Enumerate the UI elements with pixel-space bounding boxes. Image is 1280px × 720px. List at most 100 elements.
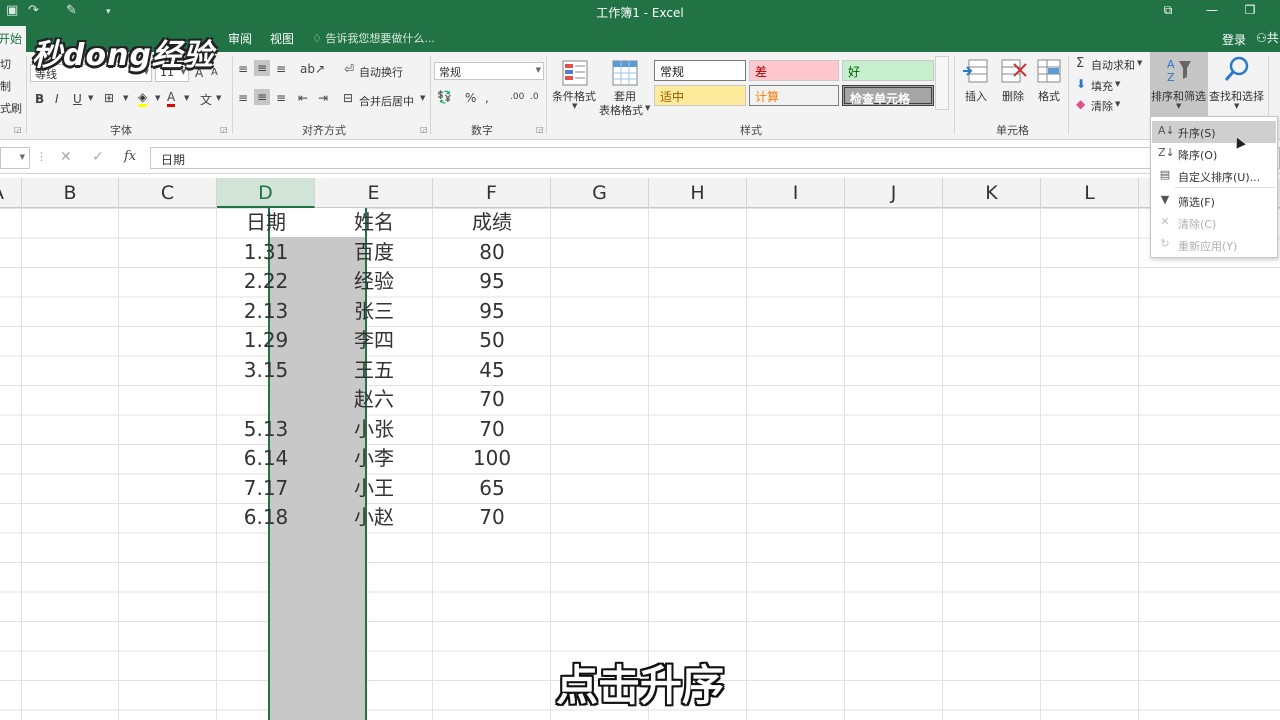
eraser-icon[interactable]: ◆ bbox=[1076, 97, 1085, 111]
wrap-text-button[interactable]: 自动换行 bbox=[359, 64, 403, 80]
orientation-icon[interactable]: ab↗ bbox=[300, 62, 325, 76]
style-calculation[interactable]: 计算 bbox=[749, 85, 839, 106]
chevron-down-icon[interactable]: ▼ bbox=[1137, 59, 1142, 67]
number-format-combo[interactable]: 常规 ▼ bbox=[434, 62, 544, 80]
style-neutral[interactable]: 适中 bbox=[654, 85, 746, 106]
merge-icon[interactable]: ⊟ bbox=[343, 91, 353, 105]
cell-f5[interactable]: 50 bbox=[433, 326, 551, 355]
cell-d7[interactable] bbox=[217, 385, 315, 414]
cell-e3[interactable]: 经验 bbox=[315, 267, 433, 296]
tab-home[interactable]: 开始 bbox=[0, 26, 27, 52]
column-header-d[interactable]: D bbox=[217, 178, 315, 208]
clipboard-launcher-icon[interactable]: ◲ bbox=[14, 125, 22, 134]
underline-icon[interactable]: U bbox=[73, 92, 82, 106]
cell-f2[interactable]: 80 bbox=[433, 238, 551, 267]
column-header-i[interactable]: I bbox=[747, 178, 845, 208]
chevron-down-icon[interactable]: ▼ bbox=[88, 94, 93, 102]
autosum-icon[interactable]: Σ bbox=[1076, 56, 1084, 71]
cell-e10[interactable]: 小王 bbox=[315, 474, 433, 503]
cancel-icon[interactable]: ✕ bbox=[60, 149, 72, 165]
column-header-k[interactable]: K bbox=[943, 178, 1041, 208]
align-left-icon[interactable]: ≡ bbox=[238, 91, 248, 105]
cell-f1[interactable]: 成绩 bbox=[433, 208, 551, 237]
styles-gallery-scroll[interactable] bbox=[935, 56, 949, 110]
cell-e6[interactable]: 王五 bbox=[315, 356, 433, 385]
cell-e1[interactable]: 姓名 bbox=[315, 208, 433, 237]
cell-d8[interactable]: 5.13 bbox=[217, 415, 315, 444]
cell-f7[interactable]: 70 bbox=[433, 385, 551, 414]
fill-button[interactable]: 填充 bbox=[1091, 78, 1113, 94]
style-check-cell[interactable]: 检查单元格 bbox=[842, 85, 934, 106]
restore-icon[interactable]: ❐ bbox=[1240, 3, 1260, 17]
column-header-g[interactable]: G bbox=[551, 178, 649, 208]
chevron-down-icon[interactable]: ▼ bbox=[184, 94, 189, 102]
cell-e5[interactable]: 李四 bbox=[315, 326, 433, 355]
font-launcher-icon[interactable]: ◲ bbox=[220, 125, 228, 134]
ribbon-display-icon[interactable]: ⧉ bbox=[1158, 3, 1178, 18]
login-link[interactable]: 登录 bbox=[1222, 31, 1246, 48]
formula-input[interactable]: 日期 bbox=[150, 147, 1280, 169]
style-good[interactable]: 好 bbox=[842, 60, 934, 81]
chevron-down-icon[interactable]: ▼ bbox=[1115, 100, 1120, 108]
comma-icon[interactable]: , bbox=[485, 91, 489, 105]
format-cells-icon[interactable] bbox=[1034, 56, 1064, 86]
cell-d6[interactable]: 3.15 bbox=[217, 356, 315, 385]
cell-f8[interactable]: 70 bbox=[433, 415, 551, 444]
column-header-f[interactable]: F bbox=[433, 178, 551, 208]
delete-cells-icon[interactable] bbox=[998, 56, 1028, 86]
column-header-h[interactable]: H bbox=[649, 178, 747, 208]
increase-indent-icon[interactable]: ⇥ bbox=[318, 91, 328, 105]
cell-d5[interactable]: 1.29 bbox=[217, 326, 315, 355]
column-header-a[interactable]: A bbox=[0, 178, 22, 208]
enter-icon[interactable]: ✓ bbox=[92, 149, 104, 165]
cell-d11[interactable]: 6.18 bbox=[217, 503, 315, 532]
column-header-l[interactable]: L bbox=[1041, 178, 1139, 208]
align-center-icon[interactable]: ≡ bbox=[254, 89, 271, 105]
percent-icon[interactable]: % bbox=[465, 91, 476, 105]
fill-color-icon[interactable]: ◈ bbox=[138, 90, 148, 107]
align-bottom-icon[interactable]: ≡ bbox=[276, 62, 286, 76]
insert-button[interactable]: 插入 bbox=[965, 88, 987, 104]
autosum-button[interactable]: 自动求和 bbox=[1091, 57, 1135, 73]
decrease-decimal-icon[interactable]: .0 bbox=[530, 92, 539, 102]
menu-item-custom-sort[interactable]: ▤ 自定义排序(U)... bbox=[1152, 165, 1276, 187]
minimize-icon[interactable]: — bbox=[1202, 3, 1222, 17]
increase-decimal-icon[interactable]: .00 bbox=[510, 92, 524, 102]
format-as-table-icon[interactable] bbox=[610, 58, 640, 88]
accounting-icon[interactable]: 💱 bbox=[437, 90, 452, 104]
name-box[interactable]: ▼ bbox=[0, 147, 30, 169]
format-button[interactable]: 格式 bbox=[1038, 88, 1060, 104]
decrease-indent-icon[interactable]: ⇤ bbox=[298, 91, 308, 105]
chevron-down-icon[interactable]: ▼ bbox=[123, 94, 128, 102]
italic-icon[interactable]: I bbox=[55, 92, 59, 106]
font-color-icon[interactable]: A bbox=[167, 90, 176, 107]
cell-e2[interactable]: 百度 bbox=[315, 238, 433, 267]
alignment-launcher-icon[interactable]: ◲ bbox=[420, 125, 428, 134]
cell-f11[interactable]: 70 bbox=[433, 503, 551, 532]
cell-e8[interactable]: 小张 bbox=[315, 415, 433, 444]
fill-down-icon[interactable]: ⬇ bbox=[1076, 77, 1086, 91]
column-header-e[interactable]: E bbox=[315, 178, 433, 208]
cell-d3[interactable]: 2.22 bbox=[217, 267, 315, 296]
cell-area[interactable]: 日期 姓名 成绩 1.31 百度 80 2.22 经验 95 2.13 张三 95 1.29 李四 50 3.… bbox=[0, 208, 1280, 720]
cell-f3[interactable]: 95 bbox=[433, 267, 551, 296]
cell-d1[interactable]: 日期 bbox=[217, 208, 315, 237]
cell-e4[interactable]: 张三 bbox=[315, 297, 433, 326]
cell-d9[interactable]: 6.14 bbox=[217, 444, 315, 473]
style-normal[interactable]: 常规 bbox=[654, 60, 746, 81]
chevron-down-icon[interactable]: ▼ bbox=[155, 94, 160, 102]
delete-button[interactable]: 删除 bbox=[1002, 88, 1024, 104]
menu-item-sort-descending[interactable]: Z↓ 降序(O) bbox=[1152, 143, 1276, 165]
chevron-down-icon[interactable]: ▼ bbox=[420, 94, 425, 102]
menu-item-filter[interactable]: ▼ 筛选(F) bbox=[1152, 190, 1276, 212]
cell-f10[interactable]: 65 bbox=[433, 474, 551, 503]
chevron-down-icon[interactable]: ▼ bbox=[1115, 80, 1120, 88]
phonetic-icon[interactable]: 文 bbox=[200, 91, 212, 108]
conditional-format-icon[interactable] bbox=[560, 58, 590, 88]
borders-icon[interactable]: ⊞ bbox=[104, 91, 114, 105]
cell-f4[interactable]: 95 bbox=[433, 297, 551, 326]
merge-center-button[interactable]: 合并后居中 bbox=[359, 93, 414, 109]
tell-me-search[interactable]: ♢ 告诉我您想要做什么... bbox=[312, 30, 435, 46]
format-painter-button[interactable]: 式刷 bbox=[0, 100, 22, 116]
cell-e11[interactable]: 小赵 bbox=[315, 503, 433, 532]
